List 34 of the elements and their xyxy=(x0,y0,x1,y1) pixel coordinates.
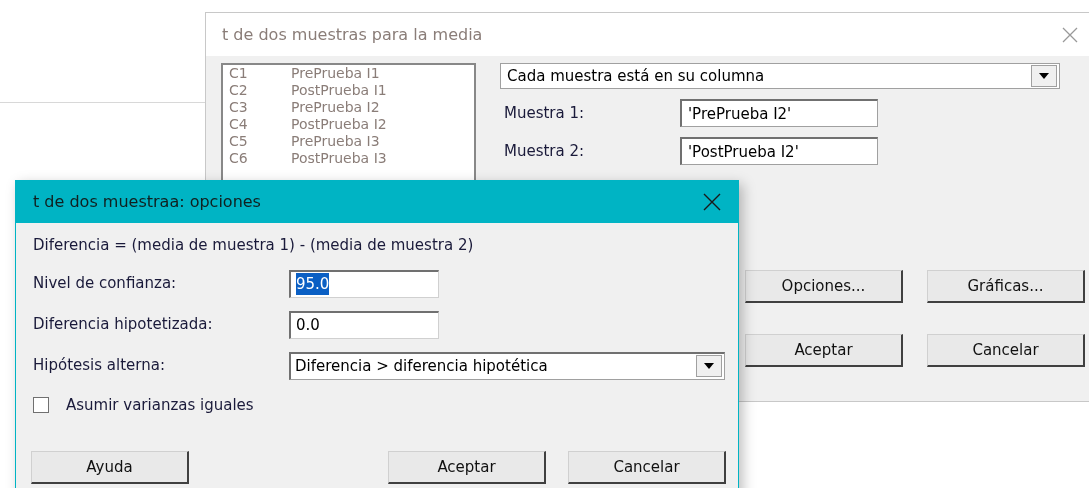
dialog-button[interactable]: Cancelar xyxy=(927,334,1085,367)
caret-icon xyxy=(1039,73,1049,79)
column-list-item[interactable]: C4 PostPrueba I2 xyxy=(229,116,468,133)
layout-select[interactable]: Cada muestra está en su columna xyxy=(500,63,1060,89)
dialog-button[interactable]: Aceptar xyxy=(388,451,546,484)
column-list-item[interactable]: C3 PrePrueba I2 xyxy=(229,99,468,116)
field-label: Muestra 2: xyxy=(503,140,586,162)
column-list-item[interactable]: C5 PrePrueba I3 xyxy=(229,133,468,150)
input-field[interactable]: 'PrePrueba I2' xyxy=(680,99,878,127)
field-label: Nivel de confianza: xyxy=(33,273,178,295)
checkbox[interactable] xyxy=(33,396,49,413)
field-label: Hipótesis alterna: xyxy=(33,355,166,377)
checkbox-label: Asumir varianzas iguales xyxy=(66,394,254,416)
dialog-button[interactable]: Aceptar xyxy=(745,334,903,367)
field-label: Muestra 1: xyxy=(503,102,586,124)
input-field[interactable]: 95.0 xyxy=(289,269,439,298)
input-field[interactable]: 'PostPrueba I2' xyxy=(680,137,878,165)
dialog-button[interactable]: Opciones... xyxy=(745,270,903,303)
input-field[interactable]: 0.0 xyxy=(289,310,439,339)
window-title: t de dos muestraa: opciones xyxy=(33,191,261,213)
caret-icon xyxy=(704,363,714,369)
field-label: Diferencia hipotetizada: xyxy=(33,314,214,336)
column-list-item[interactable]: C6 PostPrueba I3 xyxy=(229,150,468,167)
window-title: t de dos muestras para la media xyxy=(222,23,483,46)
dialog-button[interactable]: Ayuda xyxy=(31,451,189,484)
formula-text: Diferencia = (media de muestra 1) - (media de muestra 2) xyxy=(33,235,475,256)
dialog-button[interactable]: Gráficas... xyxy=(927,270,1085,303)
alternative-select[interactable]: Diferencia > diferencia hipotética xyxy=(289,351,725,380)
column-list-item[interactable]: C2 PostPrueba I1 xyxy=(229,82,468,99)
dropdown-button[interactable] xyxy=(696,355,722,377)
dropdown-button[interactable] xyxy=(1031,65,1057,87)
dialog-button[interactable]: Cancelar xyxy=(568,451,726,484)
close-icon[interactable] xyxy=(703,193,721,211)
column-list-item[interactable]: C1 PrePrueba I1 xyxy=(229,65,468,82)
